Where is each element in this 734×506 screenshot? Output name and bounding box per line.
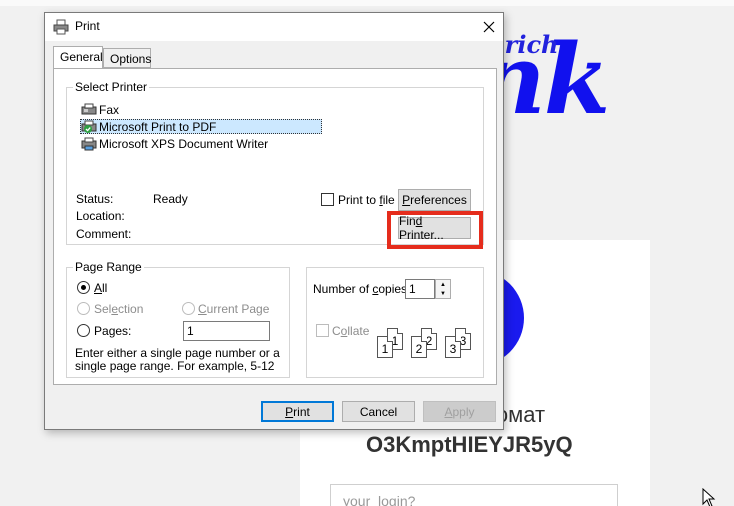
spin-up-icon[interactable]: ▲ (436, 280, 450, 289)
page-range-hint: Enter either a single page number or a s… (75, 346, 280, 373)
copies-spinner[interactable]: ▲ ▼ (435, 279, 451, 299)
tab-options[interactable]: Options (103, 48, 151, 68)
page-range-current-label: Current Page (198, 302, 270, 316)
collate-page: 1 (377, 336, 393, 358)
close-button[interactable] (475, 15, 503, 39)
login-input[interactable]: your_login? (330, 484, 618, 506)
tab-general[interactable]: General (53, 46, 103, 68)
page-range-pages-label: Pages: (94, 324, 132, 338)
collate-label: Collate (332, 324, 370, 338)
page-range-pages-radio[interactable] (77, 324, 90, 337)
spin-down-icon[interactable]: ▼ (436, 289, 450, 298)
mouse-cursor-icon (702, 487, 716, 506)
printer-icon (53, 19, 69, 38)
printer-label-xps: Microsoft XPS Document Writer (99, 136, 269, 151)
print-button[interactable]: Print (261, 401, 334, 422)
general-tab-panel: Select Printer Fax Microsoft Print to PD… (53, 68, 497, 385)
collate-checkbox[interactable] (316, 324, 329, 337)
printer-label-fax: Fax (99, 102, 120, 117)
find-printer-highlight (387, 211, 483, 249)
copies-input[interactable]: 1 (405, 279, 435, 299)
pages-input[interactable]: 1 (183, 321, 270, 341)
print-to-file-checkbox[interactable] (321, 193, 334, 206)
page-range-group: Page Range All Selection Current Page Pa… (66, 260, 290, 378)
copies-label: Number of copies: (313, 282, 411, 296)
page-range-selection-label: Selection (94, 302, 144, 316)
login-title-line2: O3KmptHIEYJR5yQ (366, 432, 573, 457)
preferences-button[interactable]: Preferences (398, 189, 471, 211)
cancel-button[interactable]: Cancel (342, 401, 415, 422)
page-range-selection-radio[interactable] (77, 302, 90, 315)
printer-item-fax[interactable]: Fax (81, 102, 119, 117)
printer-item-pdf[interactable]: Microsoft Print to PDF (80, 119, 322, 134)
printer-item-xps[interactable]: Microsoft XPS Document Writer (81, 136, 268, 151)
comment-label: Comment: (76, 227, 132, 241)
print-to-file-label[interactable]: Print to file (338, 193, 395, 207)
select-printer-label: Select Printer (73, 80, 150, 94)
print-dialog: Print General Options Select Printer Fax… (44, 12, 504, 430)
printer-label-pdf: Microsoft Print to PDF (99, 119, 217, 134)
collate-page: 2 (411, 336, 427, 358)
page-range-label: Page Range (73, 260, 144, 274)
page-range-current-radio[interactable] (182, 302, 195, 315)
fax-icon (81, 103, 97, 117)
pdf-printer-icon (81, 120, 97, 134)
dialog-title: Print (75, 19, 100, 33)
dialog-titlebar[interactable]: Print (45, 13, 503, 41)
copies-group: Number of copies: 1 ▲ ▼ Collate 1 1 2 2 … (306, 267, 484, 378)
status-value: Ready (153, 192, 188, 206)
location-label: Location: (76, 209, 125, 223)
page-range-all-radio[interactable] (77, 281, 90, 294)
status-label: Status: (76, 192, 114, 206)
apply-button[interactable]: Apply (423, 401, 496, 422)
xps-printer-icon (81, 137, 97, 151)
page-range-all-label: All (94, 281, 108, 295)
collate-page: 3 (445, 336, 461, 358)
close-icon (483, 21, 495, 33)
login-input-placeholder: your_login? (343, 493, 416, 506)
